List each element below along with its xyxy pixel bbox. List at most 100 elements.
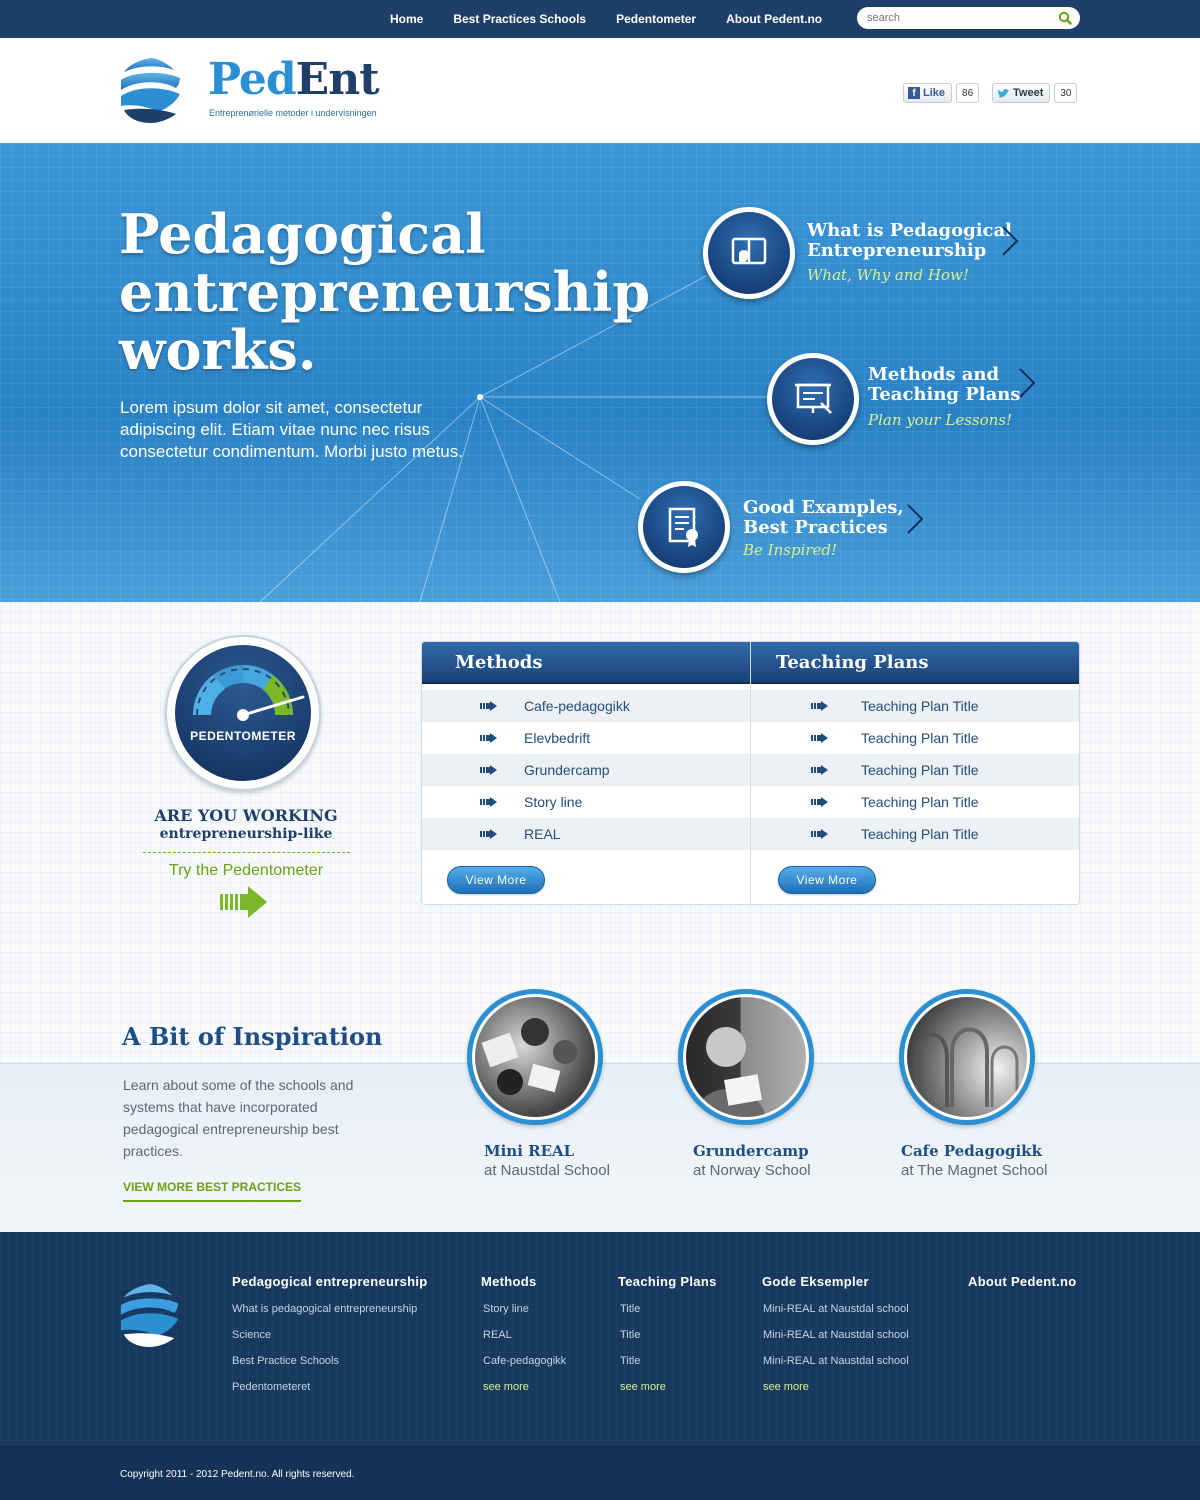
footer-link[interactable]: Mini-REAL at Naustdal school (763, 1303, 909, 1315)
cafe-pedagogikk-photo[interactable] (899, 989, 1035, 1125)
chevron-right-icon[interactable] (906, 503, 924, 535)
tweet-label: Tweet (1013, 87, 1044, 99)
content-section: PEDENTOMETER ARE YOU WORKING entrepreneu… (0, 602, 1200, 1232)
example-3-title[interactable]: Cafe Pedagogikk (901, 1142, 1042, 1160)
mini-real-photo[interactable] (467, 989, 603, 1125)
arrow-right-icon (811, 797, 828, 807)
footer-link[interactable]: Best Practice Schools (232, 1355, 428, 1367)
teaching-plan-label: Teaching Plan Title (861, 762, 979, 778)
pedent-logo-icon[interactable] (118, 1282, 182, 1348)
site-footer: Pedagogical entrepreneurship What is ped… (0, 1232, 1200, 1500)
footer-link[interactable]: Cafe-pedagogikk (483, 1355, 566, 1367)
green-arrow-icon[interactable] (220, 885, 268, 919)
footer-link[interactable]: Title (620, 1303, 717, 1315)
footer-link[interactable]: Science (232, 1329, 428, 1341)
hero-title-line-2: entrepreneurship (119, 260, 651, 324)
methods-list-item[interactable]: Grundercamp (422, 754, 750, 786)
example-1-subtitle: at Naustdal School (484, 1162, 610, 1179)
search-input[interactable] (867, 10, 1047, 26)
twitter-tweet: Tweet 30 (992, 83, 1078, 103)
methods-header: Methods (422, 642, 750, 684)
nav-home-link[interactable]: Home (390, 12, 423, 26)
teaching-plans-column: Teaching Plans Teaching Plan Title Teach… (751, 642, 1079, 904)
footer-col-gode-eksempler: Gode Eksempler Mini-REAL at Naustdal sch… (762, 1274, 909, 1407)
nav-best-practices-link[interactable]: Best Practices Schools (453, 12, 586, 26)
feature-methods-title: Methods and Teaching Plans (868, 365, 1021, 405)
teaching-plan-item[interactable]: Teaching Plan Title (751, 786, 1079, 818)
footer-see-more-link[interactable]: see more (483, 1381, 566, 1393)
book-hand-icon (731, 237, 767, 265)
feature-what-is-circle (703, 207, 795, 299)
footer-link[interactable]: Pedentometeret (232, 1381, 428, 1393)
methods-list-item[interactable]: Elevbedrift (422, 722, 750, 754)
inspiration-title: A Bit of Inspiration (122, 1022, 383, 1051)
gauge-label: PEDENTOMETER (190, 729, 296, 743)
feature-what-is-title-2: Entrepreneurship (807, 240, 987, 261)
nav-pedentometer-link[interactable]: Pedentometer (616, 12, 696, 26)
chevron-right-icon[interactable] (1001, 225, 1019, 257)
methods-column: Methods Cafe-pedagogikk Elevbedrift Grun… (422, 642, 751, 904)
methods-teaching-plans-panel: Methods Cafe-pedagogikk Elevbedrift Grun… (421, 641, 1080, 905)
footer-link[interactable]: Story line (483, 1303, 566, 1315)
pedent-logo-icon[interactable] (118, 56, 184, 124)
copyright-text: Copyright 2011 - 2012 Pedent.no. All rig… (120, 1469, 355, 1480)
feature-good-examples-circle (638, 481, 730, 573)
facebook-like: f Like 86 (903, 83, 980, 103)
teaching-plan-item[interactable]: Teaching Plan Title (751, 690, 1079, 722)
methods-list-item[interactable]: REAL (422, 818, 750, 850)
nav-about-link[interactable]: About Pedent.no (726, 12, 822, 26)
try-pedentometer-link[interactable]: Try the Pedentometer (120, 862, 372, 880)
certificate-icon (668, 507, 698, 547)
hero-banner: Pedagogical entrepreneurship works. Lore… (0, 143, 1200, 602)
search-icon[interactable] (1058, 11, 1072, 25)
example-2-title[interactable]: Grundercamp (693, 1142, 809, 1160)
pedentometer-gauge[interactable]: PEDENTOMETER (165, 635, 321, 791)
arrow-right-icon (480, 765, 497, 775)
arrow-right-icon (480, 829, 497, 839)
teaching-plan-label: Teaching Plan Title (861, 794, 979, 810)
footer-link[interactable]: Mini-REAL at Naustdal school (763, 1355, 909, 1367)
footer-link[interactable]: What is pedagogical entrepreneurship (232, 1303, 428, 1315)
like-label: Like (923, 87, 946, 99)
chevron-right-icon[interactable] (1018, 367, 1036, 399)
teaching-plan-item[interactable]: Teaching Plan Title (751, 818, 1079, 850)
tweet-button[interactable]: Tweet (992, 83, 1051, 103)
example-1-title[interactable]: Mini REAL (484, 1142, 574, 1160)
footer-see-more-link[interactable]: see more (620, 1381, 717, 1393)
search-box (857, 7, 1080, 29)
methods-item-label: Grundercamp (524, 762, 610, 778)
methods-view-more-button[interactable]: View More (447, 866, 545, 894)
grundercamp-photo[interactable] (678, 989, 814, 1125)
teaching-plan-item[interactable]: Teaching Plan Title (751, 722, 1079, 754)
footer-link[interactable]: REAL (483, 1329, 566, 1341)
brand-ped: Ped (208, 54, 297, 105)
top-navigation: Home Best Practices Schools Pedentometer… (0, 0, 1200, 38)
facebook-like-button[interactable]: f Like (903, 83, 953, 103)
footer-about-link[interactable]: About Pedent.no (968, 1274, 1077, 1289)
methods-list-item[interactable]: Cafe-pedagogikk (422, 690, 750, 722)
arrow-right-icon (811, 829, 828, 839)
methods-item-label: REAL (524, 826, 561, 842)
footer-link[interactable]: Title (620, 1355, 717, 1367)
teaching-plan-item[interactable]: Teaching Plan Title (751, 754, 1079, 786)
footer-bottom-bar: Copyright 2011 - 2012 Pedent.no. All rig… (0, 1446, 1200, 1500)
footer-link[interactable]: Mini-REAL at Naustdal school (763, 1329, 909, 1341)
methods-item-label: Cafe-pedagogikk (524, 698, 630, 714)
view-more-best-practices-link[interactable]: VIEW MORE BEST PRACTICES (123, 1180, 302, 1202)
hero-title-line-3: works. (119, 318, 317, 382)
students-at-desk-image (481, 1018, 577, 1095)
facebook-icon: f (908, 87, 920, 99)
gauge-face: PEDENTOMETER (175, 645, 311, 781)
hero-title-line-1: Pedagogical (119, 202, 486, 266)
footer-link[interactable]: Title (620, 1329, 717, 1341)
teaching-plans-view-more-button[interactable]: View More (778, 866, 876, 894)
methods-list-item[interactable]: Story line (422, 786, 750, 818)
twitter-bird-icon (997, 88, 1010, 97)
dashed-divider (143, 852, 350, 853)
brand-name[interactable]: PedEnt (208, 54, 380, 105)
child-with-book-image (696, 1027, 766, 1117)
like-count: 86 (956, 83, 980, 103)
footer-col-title: Methods (481, 1274, 537, 1289)
arrow-right-icon (811, 733, 828, 743)
footer-see-more-link[interactable]: see more (763, 1381, 909, 1393)
